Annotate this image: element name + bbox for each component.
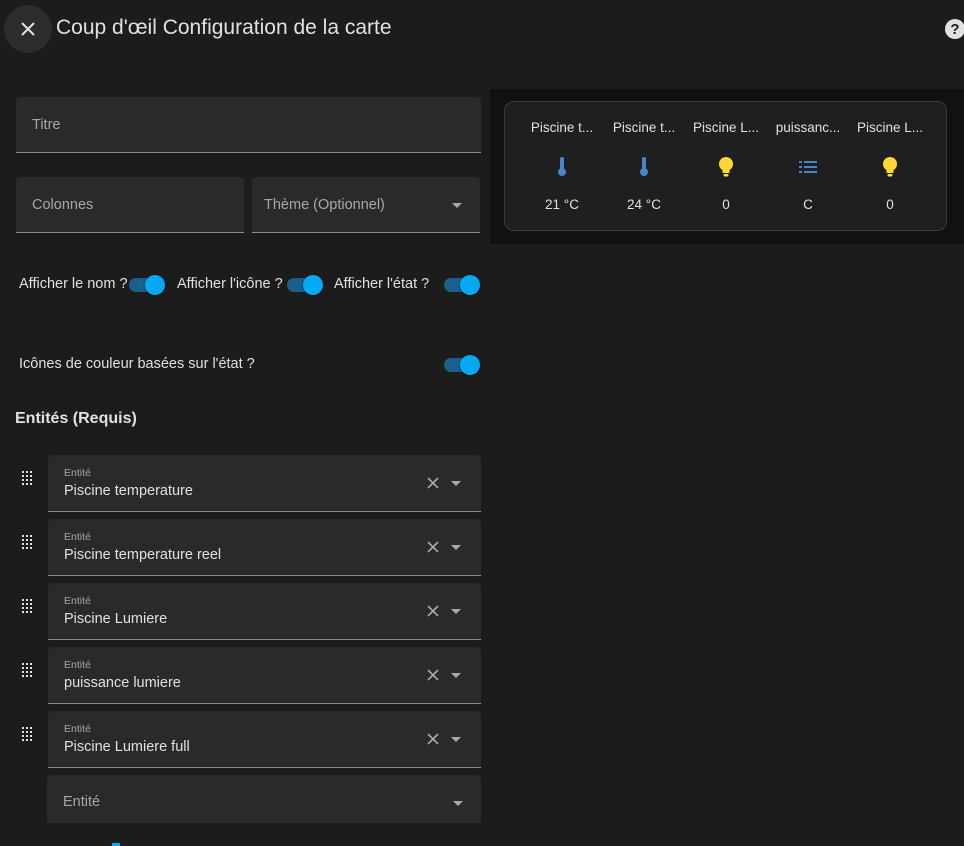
state-color-switch[interactable] (444, 355, 480, 375)
switch-thumb (460, 355, 480, 375)
dialog-title: Coup d'œil Configuration de la carte (56, 16, 392, 39)
glance-entity-name: Piscine t... (612, 120, 676, 135)
lightbulb-icon (716, 156, 736, 178)
chevron-down-icon[interactable] (451, 609, 461, 614)
entity-value: Piscine Lumiere full (64, 739, 190, 755)
show-icon-label: Afficher l'icône ? (177, 276, 283, 292)
entities-section-title: Entités (Requis) (15, 410, 137, 427)
theme-select[interactable]: Thème (Optionnel) (252, 177, 480, 233)
entity-value: puissance lumiere (64, 675, 181, 691)
columns-field[interactable]: Colonnes (16, 177, 244, 233)
chevron-down-icon (452, 202, 462, 208)
entity-value: Piscine temperature (64, 483, 193, 499)
switch-thumb (303, 275, 323, 295)
drag-handle-icon[interactable] (22, 471, 34, 485)
help-icon: ? (950, 20, 960, 38)
drag-handle-icon[interactable] (22, 727, 34, 741)
chevron-down-icon[interactable] (451, 481, 461, 486)
columns-field-label: Colonnes (32, 196, 94, 213)
show-name-label: Afficher le nom ? (19, 276, 128, 292)
entity-picker[interactable]: Entité Piscine temperature (48, 455, 481, 512)
entity-value: Piscine temperature reel (64, 547, 222, 563)
drag-handle-icon[interactable] (22, 663, 34, 677)
help-button[interactable]: ? (945, 19, 964, 39)
clear-icon[interactable] (426, 604, 440, 618)
glance-entity-state: 0 (886, 197, 894, 212)
format-list-icon (798, 156, 818, 178)
clear-icon[interactable] (426, 476, 440, 490)
add-entity-label: Entité (63, 794, 101, 810)
switch-thumb (460, 275, 480, 295)
drag-handle-icon[interactable] (22, 599, 34, 613)
glance-entity[interactable]: Piscine t... 21 °C (521, 102, 603, 232)
thermometer-icon (634, 156, 654, 178)
lightbulb-icon (880, 156, 900, 178)
switch-thumb (145, 275, 165, 295)
glance-entity-state: 21 °C (545, 197, 579, 212)
entity-field-label: Entité (64, 659, 91, 671)
drag-handle-icon[interactable] (22, 535, 34, 549)
glance-entity-state: 0 (722, 197, 730, 212)
glance-entity-name: puissanc... (775, 120, 841, 135)
title-field[interactable]: Titre (16, 97, 481, 153)
show-state-label: Afficher l'état ? (334, 276, 430, 292)
glance-entity[interactable]: Piscine L... 0 (849, 102, 931, 232)
state-color-label: Icônes de couleur basées sur l'état ? (19, 356, 255, 372)
title-field-label: Titre (32, 116, 61, 133)
clear-icon[interactable] (426, 732, 440, 746)
thermometer-icon (552, 156, 572, 178)
entity-field-label: Entité (64, 595, 91, 607)
clear-icon[interactable] (426, 668, 440, 682)
entity-picker[interactable]: Entité Piscine Lumiere full (48, 711, 481, 768)
close-button[interactable] (4, 5, 52, 53)
glance-entity-name: Piscine L... (692, 120, 760, 135)
glance-entity[interactable]: Piscine L... 0 (685, 102, 767, 232)
entity-picker[interactable]: Entité Piscine temperature reel (48, 519, 481, 576)
glance-entity-state: 24 °C (627, 197, 661, 212)
glance-card-preview: Piscine t... 21 °C Piscine t... 24 °C Piscin… (504, 101, 947, 231)
chevron-down-icon[interactable] (451, 545, 461, 550)
glance-entity-state: C (803, 197, 813, 212)
show-name-switch[interactable] (129, 275, 165, 295)
chevron-down-icon[interactable] (451, 737, 461, 742)
show-icon-switch[interactable] (287, 275, 323, 295)
glance-entity-name: Piscine L... (856, 120, 924, 135)
glance-entity[interactable]: Piscine t... 24 °C (603, 102, 685, 232)
close-icon (21, 22, 35, 36)
entity-field-label: Entité (64, 723, 91, 735)
chevron-down-icon[interactable] (451, 673, 461, 678)
glance-entity-name: Piscine t... (530, 120, 594, 135)
entity-picker[interactable]: Entité puissance lumiere (48, 647, 481, 704)
entity-field-label: Entité (64, 531, 91, 543)
chevron-down-icon (453, 801, 463, 806)
glance-entity[interactable]: puissanc... C (767, 102, 849, 232)
clear-icon[interactable] (426, 540, 440, 554)
entity-picker[interactable]: Entité Piscine Lumiere (48, 583, 481, 640)
entity-field-label: Entité (64, 467, 91, 479)
entity-value: Piscine Lumiere (64, 611, 168, 627)
theme-select-label: Thème (Optionnel) (264, 196, 385, 213)
add-entity-picker[interactable]: Entité (47, 775, 481, 823)
show-state-switch[interactable] (444, 275, 480, 295)
